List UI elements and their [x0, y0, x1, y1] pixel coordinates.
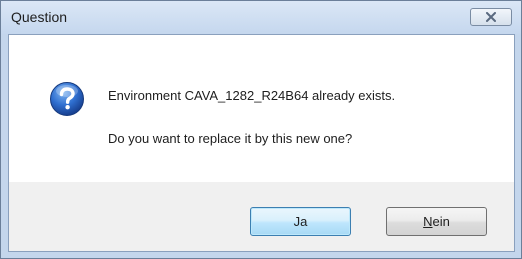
close-icon — [486, 12, 496, 22]
close-button[interactable] — [470, 8, 512, 26]
question-dialog: Question Environment CAVA_1282_R24B64 al… — [0, 0, 522, 259]
yes-button[interactable]: Ja — [250, 207, 351, 236]
no-button[interactable]: Nein — [386, 207, 487, 236]
yes-button-label: Ja — [293, 214, 308, 229]
message-line-1: Environment CAVA_1282_R24B64 already exi… — [108, 88, 396, 103]
dialog-body: Environment CAVA_1282_R24B64 already exi… — [8, 34, 515, 252]
message-area: Environment CAVA_1282_R24B64 already exi… — [9, 35, 514, 182]
window-title: Question — [11, 9, 68, 25]
no-button-label: Nein — [423, 214, 450, 229]
title-bar[interactable]: Question — [1, 1, 521, 34]
question-mark-icon — [50, 82, 84, 116]
message-line-2: Do you want to replace it by this new on… — [108, 131, 353, 146]
no-button-mnemonic: N — [423, 214, 433, 229]
no-button-label-rest: ein — [432, 214, 450, 229]
